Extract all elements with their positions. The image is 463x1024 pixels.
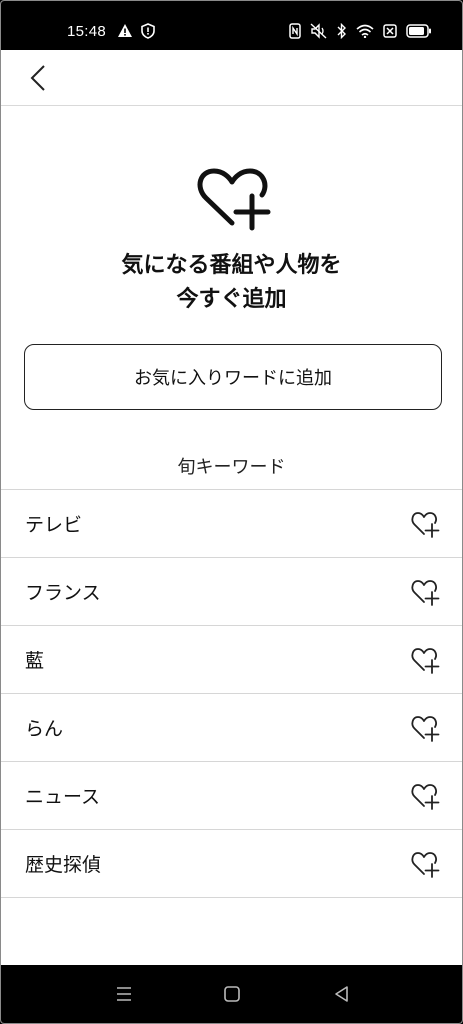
battery-icon [406, 24, 432, 38]
heart-plus-icon[interactable] [410, 850, 440, 878]
keyword-item-tv[interactable]: テレビ [1, 490, 462, 558]
add-favorite-keyword-button[interactable]: お気に入りワードに追加 [24, 344, 442, 410]
trending-keywords-heading: 旬キーワード [177, 457, 286, 478]
keyword-item-ai[interactable]: 藍 [1, 626, 462, 694]
heart-plus-icon[interactable] [410, 510, 440, 538]
mute-icon [310, 23, 328, 39]
keyword-label: 藍 [25, 650, 45, 672]
status-time: 15:48 [67, 23, 107, 40]
keyword-label: 歴史探偵 [25, 854, 102, 876]
status-right-icons [289, 23, 432, 39]
app-header [1, 50, 462, 106]
back-icon[interactable] [332, 984, 352, 1004]
hero-title-line2: 今すぐ追加 [176, 287, 287, 312]
keyword-item-france[interactable]: フランス [1, 558, 462, 626]
status-bar: 15:48 [1, 1, 462, 50]
data-saver-icon [383, 24, 397, 38]
keyword-item-ran[interactable]: らん [1, 694, 462, 762]
nfc-icon [289, 23, 301, 39]
add-favorite-keyword-label: お気に入りワードに追加 [134, 368, 332, 389]
status-left-icons [117, 23, 155, 39]
hero-title: 気になる番組や人物を 今すぐ追加 [1, 249, 462, 317]
system-nav-bar [1, 965, 462, 1023]
back-button[interactable] [25, 62, 53, 94]
home-icon[interactable] [222, 984, 242, 1004]
keyword-label: フランス [25, 582, 101, 604]
keyword-label: ニュース [25, 786, 101, 808]
keyword-label: テレビ [25, 514, 83, 536]
keyword-label: らん [25, 718, 64, 740]
hero-title-line1: 気になる番組や人物を [121, 253, 342, 278]
heart-plus-icon[interactable] [410, 782, 440, 810]
warning-icon [117, 23, 133, 39]
shield-icon [141, 23, 155, 39]
heart-plus-icon[interactable] [410, 646, 440, 674]
menu-icon[interactable] [114, 984, 134, 1004]
trending-keyword-list: テレビ フランス 藍 らん ニュース 歴史探偵 [1, 489, 462, 898]
bluetooth-icon [337, 23, 347, 39]
wifi-icon [356, 24, 374, 38]
heart-plus-icon [194, 165, 272, 231]
keyword-item-news[interactable]: ニュース [1, 762, 462, 830]
chevron-left-icon [30, 65, 45, 91]
heart-plus-icon[interactable] [410, 714, 440, 742]
app-screen: 15:48 気になる番組や人物を 今すぐ追加 お気に入りワードに追加 旬キーワー… [0, 0, 463, 1024]
heart-plus-icon[interactable] [410, 578, 440, 606]
keyword-item-history-detective[interactable]: 歴史探偵 [1, 830, 462, 898]
